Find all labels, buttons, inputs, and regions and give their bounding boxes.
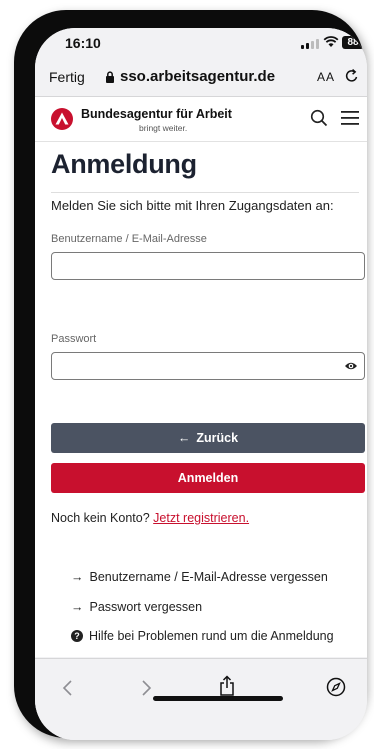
wifi-icon [323,36,339,47]
forgot-username-text: Benutzername / E-Mail-Adresse vergessen [89,570,328,584]
compass-icon[interactable] [326,677,346,697]
reload-icon[interactable] [344,68,360,84]
done-button[interactable]: Fertig [49,69,85,85]
page-title: Anmeldung [51,149,197,179]
password-label: Passwort [51,333,97,345]
username-field[interactable] [51,252,365,280]
phone-frame: 16:10 88 Fertig sso.arbeitsagentur.de AA [14,10,367,740]
eye-icon[interactable] [344,360,358,372]
help-text: Hilfe bei Problemen rund um die Anmeldun… [89,629,334,643]
back-button[interactable]: ← Zurück [51,423,365,453]
arrow-right-icon: → [71,570,84,584]
back-icon[interactable] [61,679,73,697]
search-icon[interactable] [310,109,328,127]
forgot-username-link[interactable]: → Benutzername / E-Mail-Adresse vergesse… [71,570,328,584]
forward-icon[interactable] [141,679,153,697]
battery-indicator: 88 [342,36,364,49]
no-account-text: Noch kein Konto? [51,511,150,525]
menu-icon[interactable] [341,111,359,125]
text-size-button[interactable]: AA [317,70,335,84]
title-divider [51,192,359,193]
browser-address-bar: Fertig sso.arbeitsagentur.de AA [35,58,367,97]
forgot-password-text: Passwort vergessen [89,600,203,614]
help-link[interactable]: ? Hilfe bei Problemen rund um die Anmeld… [71,629,334,643]
share-icon[interactable] [218,675,236,697]
status-time: 16:10 [65,35,101,51]
password-field[interactable] [51,352,365,380]
web-page: Bundesagentur für Arbeit bringt weiter. … [35,97,367,657]
brand-tagline: bringt weiter. [139,123,188,133]
brand-logo-icon[interactable] [50,108,74,130]
site-header: Bundesagentur für Arbeit bringt weiter. [35,97,367,142]
status-bar: 16:10 88 [35,28,367,58]
lock-icon [106,70,114,83]
no-account-row: Noch kein Konto? Jetzt registrieren. [51,511,249,525]
home-indicator [153,696,283,701]
url-text: sso.arbeitsagentur.de [120,68,276,85]
question-icon: ? [71,630,83,642]
register-link[interactable]: Jetzt registrieren. [153,511,249,525]
back-button-label: Zurück [196,431,239,445]
signal-icon [301,39,319,49]
url-field[interactable]: sso.arbeitsagentur.de [105,68,275,85]
intro-text: Melden Sie sich bitte mit Ihren Zugangsd… [51,198,334,213]
arrow-right-icon: → [71,600,84,614]
login-button[interactable]: Anmelden [51,463,365,493]
login-button-label: Anmelden [177,471,239,485]
username-label: Benutzername / E-Mail-Adresse [51,233,207,245]
arrow-left-icon: ← [177,431,191,445]
screen: 16:10 88 Fertig sso.arbeitsagentur.de AA [35,28,367,740]
brand-name: Bundesagentur für Arbeit [81,107,232,121]
forgot-password-link[interactable]: → Passwort vergessen [71,600,202,614]
